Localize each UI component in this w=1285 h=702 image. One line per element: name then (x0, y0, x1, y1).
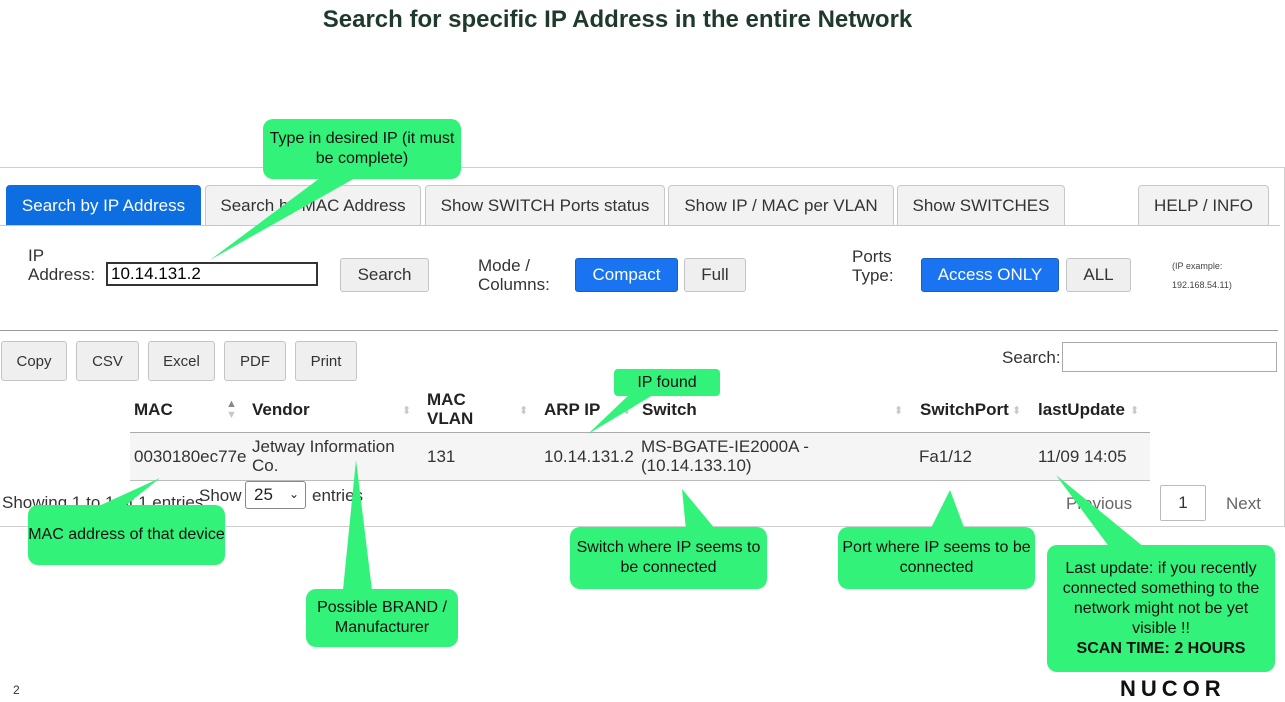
sort-icon[interactable]: ⬍ (622, 404, 631, 417)
chevron-down-icon: ⌄ (288, 487, 299, 501)
excel-button[interactable]: Excel (148, 341, 215, 381)
cell-mac-vlan: 131 (427, 447, 456, 466)
col-header-lastupdate[interactable]: lastUpdate (1038, 400, 1125, 419)
page-length-value: 25 (254, 485, 273, 504)
tab-switch-ports-status[interactable]: Show SWITCH Ports status (425, 185, 665, 225)
previous-button[interactable]: Previous (1066, 494, 1132, 513)
tab-search-by-mac[interactable]: Search by MAC Address (205, 185, 421, 225)
tab-ip-mac-per-vlan[interactable]: Show IP / MAC per VLAN (668, 185, 894, 225)
sort-icon[interactable]: ⬍ (519, 404, 528, 417)
form-divider (0, 330, 1278, 331)
print-button[interactable]: Print (295, 341, 357, 381)
ip-label-line2: Address: (28, 265, 96, 284)
cell-switch-line2: (10.14.133.10) (641, 456, 752, 475)
sort-icon[interactable]: ⬍ (1012, 404, 1021, 417)
search-button[interactable]: Search (340, 258, 429, 292)
cell-vendor-line2: Co. (252, 456, 279, 475)
mode-label-line1: Mode / (478, 256, 530, 275)
col-header-vendor[interactable]: Vendor (252, 400, 310, 419)
cell-arp-ip: 10.14.131.2 (544, 447, 634, 466)
callout-mac-device: MAC address of that device (28, 505, 225, 565)
sort-icon[interactable]: ⬍ (1130, 404, 1139, 417)
mode-label-line2: Columns: (478, 275, 550, 294)
callout-brand: Possible BRAND / Manufacturer (306, 589, 458, 647)
col-header-mac-vlan-line1[interactable]: MAC (427, 390, 466, 409)
mode-compact-button[interactable]: Compact (575, 258, 678, 292)
cell-lastupdate: 11/09 14:05 (1038, 447, 1127, 466)
cell-switchport: Fa1/12 (919, 447, 972, 466)
tab-search-by-ip[interactable]: Search by IP Address (6, 185, 201, 225)
ip-example-line2: 192.168.54.11) (1172, 280, 1232, 290)
sort-icon[interactable]: ⬍ (894, 404, 903, 417)
ip-example-line1: (IP example: (1172, 261, 1223, 271)
callout-port-where: Port where IP seems to be connected (838, 527, 1035, 589)
ports-label-line1: Ports (852, 247, 892, 266)
tab-help-info[interactable]: HELP / INFO (1138, 185, 1269, 225)
page-number: 2 (13, 683, 20, 697)
cell-vendor-line1: Jetway Information (252, 437, 395, 456)
nucor-logo: NUCOR (1120, 676, 1226, 701)
callout-scan-time: SCAN TIME: 2 HOURS (1076, 639, 1246, 657)
col-header-mac[interactable]: MAC (134, 400, 173, 419)
cell-mac: 0030180ec77e (134, 447, 247, 466)
slide-title: Search for specific IP Address in the en… (322, 6, 913, 33)
page-length-select[interactable]: 25 ⌄ (245, 481, 306, 509)
sort-desc-icon: ▼ (226, 409, 237, 421)
mode-full-button[interactable]: Full (684, 258, 746, 292)
tab-divider (0, 225, 1280, 226)
next-button[interactable]: Next (1226, 494, 1261, 513)
page-1-button[interactable]: 1 (1160, 485, 1206, 521)
table-search-label: Search: (1002, 348, 1061, 367)
csv-button[interactable]: CSV (76, 341, 139, 381)
tab-show-switches[interactable]: Show SWITCHES (897, 185, 1065, 225)
sort-icon[interactable]: ⬍ (402, 404, 411, 417)
callout-last-update: Last update: if you recently connected s… (1047, 545, 1275, 672)
col-header-arp-ip[interactable]: ARP IP (544, 400, 600, 419)
ports-label-line2: Type: (852, 266, 894, 285)
col-header-switchport[interactable]: SwitchPort (920, 400, 1009, 419)
ip-address-input[interactable] (106, 262, 318, 286)
col-header-mac-vlan-line2[interactable]: VLAN (427, 409, 473, 428)
col-header-switch[interactable]: Switch (642, 400, 697, 419)
callout-type-ip: Type in desired IP (it must be complete) (263, 119, 461, 179)
cell-switch-line1: MS-BGATE-IE2000A - (641, 437, 809, 456)
pdf-button[interactable]: PDF (224, 341, 286, 381)
callout-last-update-text: Last update: if you recently connected s… (1062, 559, 1260, 637)
entries-label: entries (312, 486, 364, 505)
ip-label-line1: IP (28, 246, 45, 265)
ports-access-only-button[interactable]: Access ONLY (921, 258, 1059, 292)
callout-ip-found: IP found (614, 369, 720, 396)
show-label: Show (199, 486, 242, 505)
callout-switch-where: Switch where IP seems to be connected (570, 527, 767, 589)
ports-all-button[interactable]: ALL (1066, 258, 1131, 292)
copy-button[interactable]: Copy (1, 341, 67, 381)
table-search-input[interactable] (1062, 342, 1277, 372)
